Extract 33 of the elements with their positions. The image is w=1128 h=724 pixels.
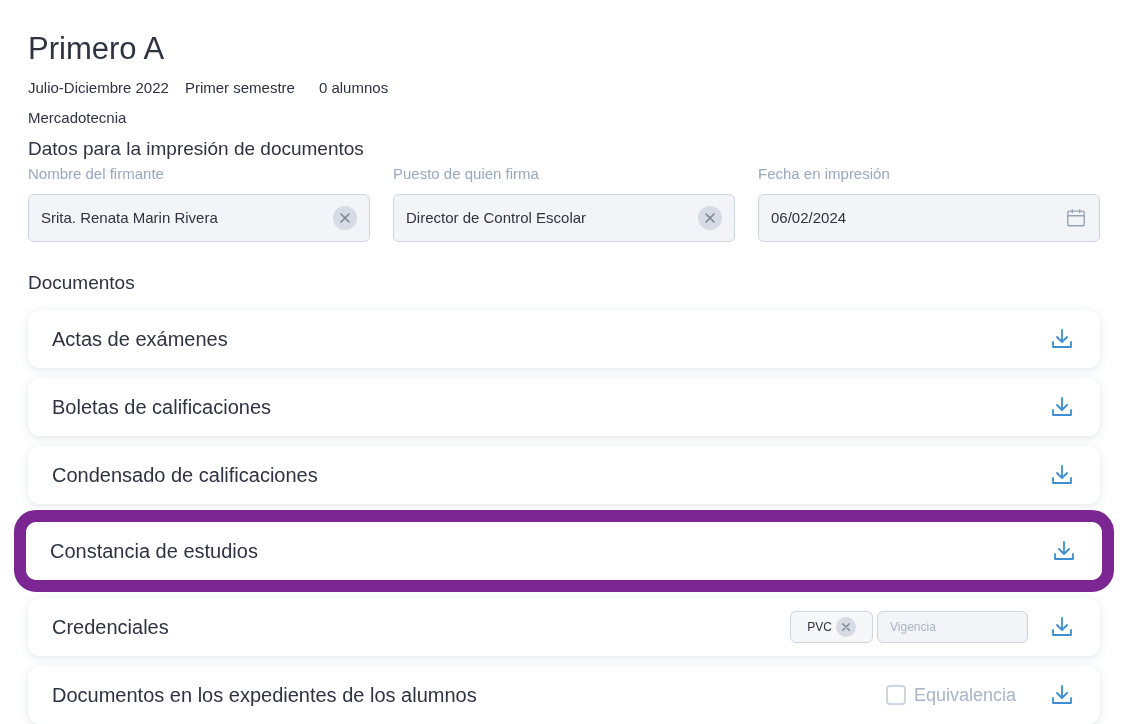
section-heading: Datos para la impresión de documentos xyxy=(28,137,365,161)
career-text: Mercadotecnia xyxy=(28,108,128,128)
clear-icon[interactable] xyxy=(698,206,722,230)
clear-icon[interactable] xyxy=(333,206,357,230)
checkbox[interactable] xyxy=(885,685,906,705)
input-field[interactable]: Vigencia xyxy=(877,611,1028,643)
page-title: Primero A xyxy=(28,30,166,68)
download-icon[interactable] xyxy=(1050,463,1074,487)
download-icon[interactable] xyxy=(1050,327,1074,351)
field-label: Puesto de quien firma xyxy=(393,164,540,184)
meta-text: Julio-Diciembre 2022 xyxy=(28,78,169,98)
download-icon[interactable] xyxy=(1052,539,1076,563)
calendar-icon[interactable] xyxy=(1065,207,1087,229)
input-field[interactable]: Director de Control Escolar xyxy=(393,194,735,242)
clear-icon[interactable] xyxy=(836,617,856,637)
document-row[interactable]: Boletas de calificaciones xyxy=(28,378,1100,436)
input-field[interactable]: Srita. Renata Marin Rivera xyxy=(28,194,370,242)
meta-text: 0 alumnos xyxy=(318,78,389,98)
download-icon[interactable] xyxy=(1050,683,1074,707)
tag-chip[interactable]: PVC xyxy=(790,611,873,643)
document-row[interactable]: Documentos en los expedientes de los alumnos Equivalencia xyxy=(28,666,1100,724)
document-row[interactable]: Constancia de estudios xyxy=(26,522,1102,580)
meta-text: Primer semestre xyxy=(184,78,295,98)
document-row[interactable]: Condensado de calificaciones xyxy=(28,446,1100,504)
field-label: Nombre del firmante xyxy=(28,164,165,184)
input-field[interactable]: 06/02/2024 xyxy=(758,194,1100,242)
download-icon[interactable] xyxy=(1050,395,1074,419)
document-row[interactable]: Credenciales PVC Vigencia xyxy=(28,598,1100,656)
download-icon[interactable] xyxy=(1050,615,1074,639)
field-label: Fecha en impresión xyxy=(758,164,891,184)
document-row[interactable]: Actas de exámenes xyxy=(28,310,1100,368)
checkbox-label: Equivalencia xyxy=(913,683,1016,707)
section-heading: Documentos xyxy=(28,271,136,295)
